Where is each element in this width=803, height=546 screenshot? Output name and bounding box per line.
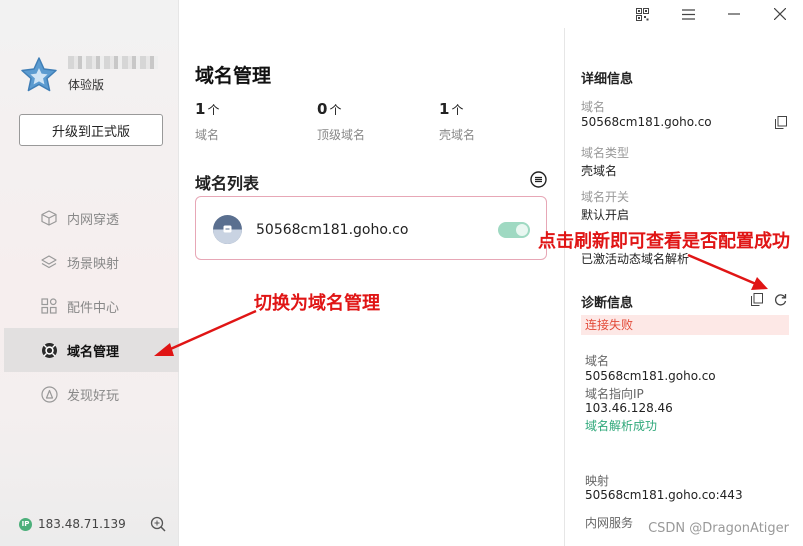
stat-label: 壳域名 xyxy=(439,128,476,142)
ip-lookup-icon[interactable] xyxy=(150,516,166,532)
diag-ip-value: 103.46.128.46 xyxy=(585,401,673,415)
sidebar-item-label: 发现好玩 xyxy=(67,388,120,404)
diag-domain-label: 域名 xyxy=(585,354,610,368)
domain-avatar-icon xyxy=(213,215,242,244)
public-ip-value: 183.48.71.139 xyxy=(38,517,126,531)
detail-type-label: 域名类型 xyxy=(581,146,630,160)
stat-label: 域名 xyxy=(195,128,220,142)
detail-title: 详细信息 xyxy=(581,72,634,87)
annotation-refresh-hint: 点击刷新即可查看是否配置成功 xyxy=(538,231,790,252)
menu-icon[interactable] xyxy=(665,0,711,28)
refresh-icon[interactable] xyxy=(774,293,787,306)
mapping-value: 50568cm181.goho.co:443 xyxy=(585,488,743,502)
sidebar-item-label: 域名管理 xyxy=(67,344,120,360)
stat-unit: 个 xyxy=(329,103,342,117)
detail-switch-value: 默认开启 xyxy=(581,208,630,222)
qr-code-icon[interactable] xyxy=(619,0,665,28)
detail-domain-label: 域名 xyxy=(581,100,606,114)
domain-name: 50568cm181.goho.co xyxy=(256,222,409,238)
stat-value: 1 xyxy=(439,100,450,118)
minimize-icon[interactable] xyxy=(711,0,757,28)
grid-icon xyxy=(40,297,58,315)
stat-unit: 个 xyxy=(207,103,220,117)
sidebar-nav: 内网穿透 场景映射 配件中心 域名管理 发现好玩 xyxy=(0,196,179,416)
diag-domain-value: 50568cm181.goho.co xyxy=(585,369,716,383)
copy-diagnosis-icon[interactable] xyxy=(751,293,763,306)
star-logo-icon xyxy=(21,57,57,92)
user-name-redacted xyxy=(68,56,158,69)
detail-type-value: 壳域名 xyxy=(581,164,618,178)
upgrade-button[interactable]: 升级到正式版 xyxy=(19,114,163,146)
cube-icon xyxy=(40,209,58,227)
sidebar-item-label: 配件中心 xyxy=(67,300,120,316)
sidebar-item-accessories[interactable]: 配件中心 xyxy=(0,284,179,328)
lan-service-label: 内网服务 xyxy=(585,516,634,530)
sidebar-item-label: 内网穿透 xyxy=(67,212,120,228)
diagnosis-title: 诊断信息 xyxy=(581,296,634,311)
domain-stats: 1个 域名 0个 顶级域名 1个 壳域名 xyxy=(195,100,561,143)
detail-switch-label: 域名开关 xyxy=(581,190,630,204)
watermark: CSDN @DragonAtiger xyxy=(648,521,789,536)
copy-icon[interactable] xyxy=(775,116,787,129)
layers-icon xyxy=(40,253,58,271)
window-controls xyxy=(619,0,803,28)
mapping-label: 映射 xyxy=(585,474,610,488)
annotation-switch-hint: 切换为域名管理 xyxy=(254,293,380,314)
list-menu-icon[interactable] xyxy=(530,171,547,188)
sidebar-item-intranet[interactable]: 内网穿透 xyxy=(0,196,179,240)
stat-shell-domains: 1个 壳域名 xyxy=(439,100,561,143)
stat-top-level-domains: 0个 顶级域名 xyxy=(317,100,439,143)
close-icon[interactable] xyxy=(757,0,803,28)
compass-icon xyxy=(40,385,58,403)
sidebar: 体验版 升级到正式版 内网穿透 场景映射 配件中心 域名管理 发现好玩 IP 1… xyxy=(0,0,179,546)
domain-icon xyxy=(40,341,58,359)
domain-enable-toggle[interactable] xyxy=(498,222,530,238)
user-level: 体验版 xyxy=(68,78,105,92)
sidebar-item-discover[interactable]: 发现好玩 xyxy=(0,372,179,416)
stat-unit: 个 xyxy=(451,103,464,117)
domain-list-title: 域名列表 xyxy=(195,174,260,193)
diagnosis-status: 连接失败 xyxy=(581,315,789,335)
sidebar-item-scene-mapping[interactable]: 场景映射 xyxy=(0,240,179,284)
sidebar-item-label: 场景映射 xyxy=(67,256,120,272)
stat-value: 0 xyxy=(317,100,328,118)
detail-panel: 详细信息 域名 50568cm181.goho.co 域名类型 壳域名 域名开关… xyxy=(564,28,803,546)
sidebar-item-domain-management[interactable]: 域名管理 xyxy=(4,328,179,372)
diag-ip-label: 域名指向IP xyxy=(585,387,644,401)
ip-badge-icon: IP xyxy=(19,517,32,531)
public-ip: IP 183.48.71.139 xyxy=(19,517,126,531)
stat-label: 顶级域名 xyxy=(317,128,366,142)
page-title: 域名管理 xyxy=(195,65,272,87)
diag-resolve-status: 域名解析成功 xyxy=(585,419,658,433)
detail-domain-value: 50568cm181.goho.co xyxy=(581,115,712,129)
main-panel: 域名管理 1个 域名 0个 顶级域名 1个 壳域名 域名列表 50568cm18… xyxy=(179,0,564,546)
domain-list-item[interactable]: 50568cm181.goho.co xyxy=(195,196,547,260)
stat-domains: 1个 域名 xyxy=(195,100,317,143)
stat-value: 1 xyxy=(195,100,206,118)
